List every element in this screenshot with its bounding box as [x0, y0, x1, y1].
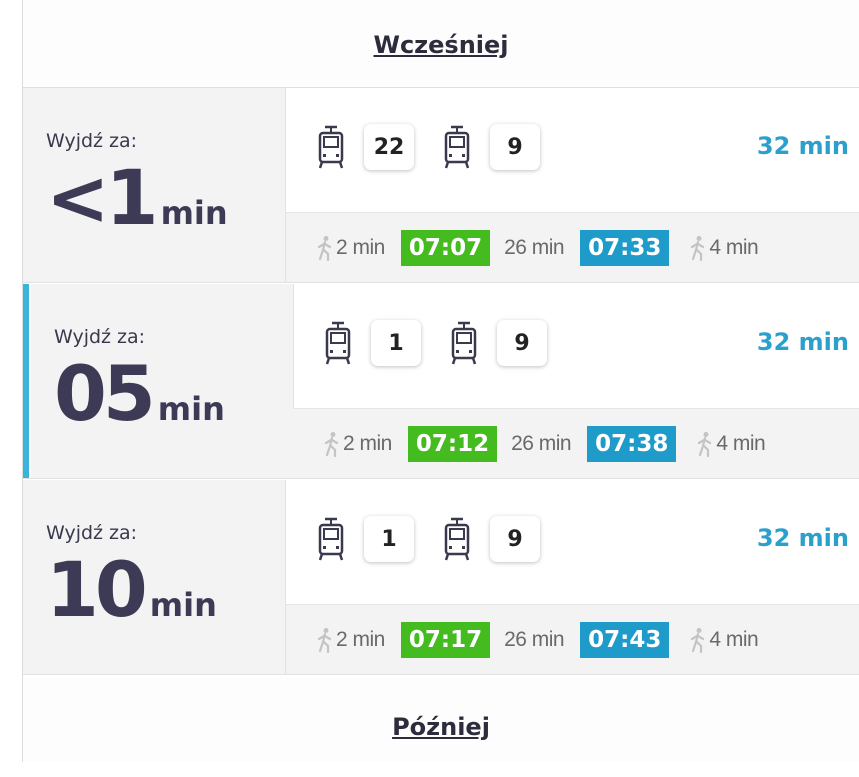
trip-details: 2 min 07:07 26 min 07:33 4 min: [286, 212, 859, 282]
tram-icon: [325, 321, 351, 365]
walking-person-icon: [691, 627, 705, 653]
departure-time-badge: 07:12: [407, 425, 498, 462]
departure-time-badge: 07:17: [400, 621, 491, 658]
line-number-badge: 9: [490, 516, 540, 562]
later-link[interactable]: Później: [23, 677, 859, 762]
leave-in-label: Wyjdź za:: [46, 130, 138, 152]
walk-start: 2 min: [316, 235, 385, 261]
line-number-badge: 1: [371, 320, 421, 366]
trip-duration: 32 min: [756, 132, 849, 160]
line-number-badge: 22: [364, 124, 414, 170]
countdown: 10 min: [46, 552, 217, 628]
tram-icon: [318, 517, 344, 561]
walking-person-icon: [691, 235, 705, 261]
trip-duration: 32 min: [756, 328, 849, 356]
departure-time-badge: 07:07: [400, 229, 491, 266]
countdown-value: 10: [46, 545, 148, 634]
countdown-value: 05: [54, 349, 156, 438]
tram-icon: [451, 321, 477, 365]
selected-accent-bar: [23, 284, 29, 478]
countdown: 05 min: [54, 356, 225, 432]
walk-start-time: 2 min: [336, 627, 385, 651]
walk-end: 4 min: [689, 627, 759, 653]
arrival-time-badge: 07:43: [580, 621, 670, 658]
route-lines: 1 9: [316, 514, 568, 564]
ride-duration: 26 min: [504, 235, 565, 259]
trip-details: 2 min 07:12 26 min 07:38 4 min: [293, 408, 859, 478]
route-panel: 22 9 32 min 2 min 07:07 26 min 07:33 4 m…: [286, 88, 859, 282]
walking-person-icon: [317, 627, 332, 653]
walk-start-time: 2 min: [336, 235, 385, 259]
walk-end-time: 4 min: [709, 627, 759, 651]
trip-duration: 32 min: [756, 524, 849, 552]
countdown: <1 min: [46, 160, 228, 236]
leave-panel: Wyjdź za: 10 min: [23, 480, 286, 674]
walk-end: 4 min: [689, 235, 759, 261]
route-panel: 1 9 32 min 2 min 07:12 26 min 07:38 4 mi…: [293, 284, 859, 478]
line-number-badge: 9: [497, 320, 547, 366]
leave-panel: Wyjdź za: <1 min: [23, 88, 286, 282]
walk-start: 2 min: [316, 627, 385, 653]
walk-end-time: 4 min: [709, 235, 759, 259]
leave-panel: Wyjdź za: 05 min: [31, 284, 294, 478]
walking-person-icon: [324, 431, 339, 457]
line-number-badge: 9: [490, 124, 540, 170]
leave-in-label: Wyjdź za:: [54, 326, 146, 348]
route-lines: 22 9: [316, 122, 568, 172]
walking-person-icon: [317, 235, 332, 261]
ride-duration: 26 min: [511, 431, 572, 455]
ride-duration: 26 min: [504, 627, 565, 651]
trip-row[interactable]: Wyjdź za: 10 min 1 9 32 min 2 min 07:17 …: [23, 480, 859, 675]
tram-icon: [444, 517, 470, 561]
walk-start: 2 min: [323, 431, 392, 457]
earlier-link[interactable]: Wcześniej: [23, 0, 859, 88]
leave-in-label: Wyjdź za:: [46, 522, 138, 544]
walk-start-time: 2 min: [343, 431, 392, 455]
trip-details: 2 min 07:17 26 min 07:43 4 min: [286, 604, 859, 674]
countdown-unit: min: [157, 390, 225, 428]
line-number-badge: 1: [364, 516, 414, 562]
trip-row-selected[interactable]: Wyjdź za: 05 min 1 9 32 min 2 min 07:12 …: [23, 284, 859, 479]
arrival-time-badge: 07:38: [587, 425, 677, 462]
route-panel: 1 9 32 min 2 min 07:17 26 min 07:43 4 mi…: [286, 480, 859, 674]
countdown-unit: min: [149, 586, 217, 624]
walk-end-time: 4 min: [716, 431, 766, 455]
tram-icon: [318, 125, 344, 169]
countdown-unit: min: [160, 194, 228, 232]
route-lines: 1 9: [323, 318, 575, 368]
walking-person-icon: [698, 431, 712, 457]
walk-end: 4 min: [696, 431, 766, 457]
trip-row[interactable]: Wyjdź za: <1 min 22 9 32 min 2 min 07:07…: [23, 88, 859, 283]
countdown-value: <1: [46, 153, 159, 242]
tram-icon: [444, 125, 470, 169]
arrival-time-badge: 07:33: [580, 229, 670, 266]
